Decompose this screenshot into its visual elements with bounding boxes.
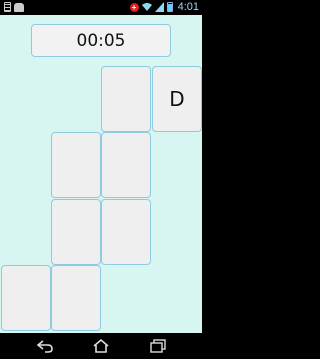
card[interactable] <box>51 132 101 198</box>
card[interactable]: D <box>152 66 202 132</box>
wifi-icon <box>141 3 152 11</box>
alert-icon: + <box>129 2 139 12</box>
back-icon[interactable] <box>35 338 55 354</box>
sim-icon <box>4 2 11 12</box>
card[interactable] <box>101 66 151 132</box>
timer-display: 00:05 <box>31 24 171 57</box>
card[interactable] <box>51 199 101 265</box>
home-icon[interactable] <box>91 338 111 354</box>
cat-icon <box>14 2 24 12</box>
card[interactable] <box>51 265 101 331</box>
card[interactable] <box>101 199 151 265</box>
card[interactable] <box>1 265 51 331</box>
battery-icon <box>166 2 173 12</box>
navigation-bar <box>0 333 202 359</box>
recents-icon[interactable] <box>148 338 168 354</box>
status-bar: + 4:01 <box>0 0 202 15</box>
signal-icon <box>154 2 164 12</box>
game-area: 00:05 D <box>0 15 202 333</box>
clock: 4:01 <box>177 1 199 13</box>
card[interactable] <box>101 132 151 198</box>
